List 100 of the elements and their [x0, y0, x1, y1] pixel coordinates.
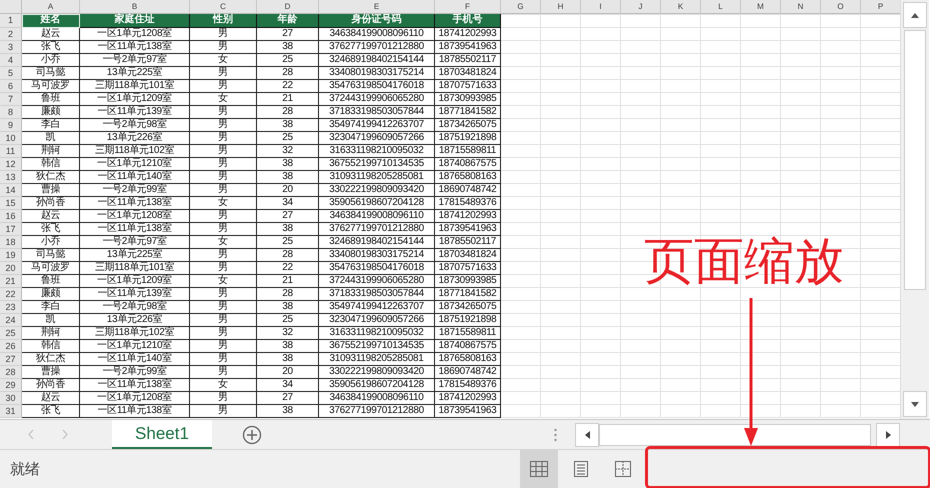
row-number[interactable]: 31: [0, 405, 22, 418]
row-number[interactable]: 1: [0, 14, 22, 28]
add-sheet-icon[interactable]: [242, 424, 262, 444]
normal-view-button[interactable]: [520, 450, 558, 488]
table-cell: 男: [190, 223, 257, 236]
row-number[interactable]: 28: [0, 366, 22, 379]
up-arrow-icon[interactable]: [911, 12, 919, 18]
sheet-tab[interactable]: Sheet1: [112, 420, 212, 449]
column-letter[interactable]: I: [581, 0, 621, 14]
table-cell: 张飞: [22, 41, 80, 54]
column-letter[interactable]: M: [741, 0, 781, 14]
table-cell: 371833198503057844: [319, 106, 435, 119]
table-cell: 张飞: [22, 405, 80, 418]
column-letter[interactable]: L: [701, 0, 741, 14]
row-number[interactable]: 11: [0, 145, 22, 158]
table-cell: 13单元226室: [80, 314, 190, 327]
table-cell: 25: [257, 132, 319, 145]
vertical-scrollbar[interactable]: [900, 0, 929, 419]
table-cell: 男: [190, 67, 257, 80]
table-cell: 18715589811: [435, 327, 501, 340]
row-number[interactable]: 3: [0, 41, 22, 54]
row-number[interactable]: 18: [0, 236, 22, 249]
row-number[interactable]: 9: [0, 119, 22, 132]
table-cell: 一区11单元140室: [80, 353, 190, 366]
right-arrow-icon[interactable]: [886, 430, 890, 438]
column-letter[interactable]: G: [501, 0, 541, 14]
row-number[interactable]: 23: [0, 301, 22, 314]
table-cell: 346384199008096110: [319, 28, 435, 41]
table-cell: 324689198402154144: [319, 54, 435, 67]
table-cell: 18690748742: [435, 366, 501, 379]
column-letter[interactable]: D: [257, 0, 319, 14]
column-letter[interactable]: O: [821, 0, 861, 14]
table-cell: 男: [190, 340, 257, 353]
column-letter[interactable]: E: [319, 0, 435, 14]
column-letter[interactable]: F: [435, 0, 501, 14]
row-number[interactable]: 17: [0, 223, 22, 236]
row-number[interactable]: 12: [0, 158, 22, 171]
horizontal-scrollbar[interactable]: [575, 422, 900, 446]
table-cell: 男: [190, 145, 257, 158]
column-letter[interactable]: C: [190, 0, 257, 14]
table-cell: 38: [257, 405, 319, 418]
table-cell: 354763198504176018: [319, 80, 435, 93]
table-cell: 18765808163: [435, 353, 501, 366]
table-cell: 男: [190, 366, 257, 379]
row-number[interactable]: 29: [0, 379, 22, 392]
table-cell: 李白: [22, 119, 80, 132]
column-letter[interactable]: P: [861, 0, 900, 14]
row-number[interactable]: 6: [0, 80, 22, 93]
table-cell: 18740867575: [435, 340, 501, 353]
table-cell: 马可波罗: [22, 262, 80, 275]
table-cell: 22: [257, 262, 319, 275]
row-number[interactable]: 30: [0, 392, 22, 405]
row-number[interactable]: 19: [0, 249, 22, 262]
row-number[interactable]: 8: [0, 106, 22, 119]
row-number[interactable]: 14: [0, 184, 22, 197]
table-cell: 凯: [22, 314, 80, 327]
table-cell: 男: [190, 28, 257, 41]
row-number[interactable]: 22: [0, 288, 22, 301]
table-cell: 三期118单元102室: [80, 327, 190, 340]
table-cell: 狄仁杰: [22, 353, 80, 366]
row-number[interactable]: 13: [0, 171, 22, 184]
column-letter[interactable]: N: [781, 0, 821, 14]
row-number[interactable]: 24: [0, 314, 22, 327]
column-letter[interactable]: A: [22, 0, 80, 14]
row-number[interactable]: 2: [0, 28, 22, 41]
column-letter[interactable]: K: [661, 0, 701, 14]
row-number[interactable]: 10: [0, 132, 22, 145]
table-cell: 马可波罗: [22, 80, 80, 93]
page-break-icon: [615, 461, 631, 477]
table-cell: 372443199906065280: [319, 93, 435, 106]
table-cell: 371833198503057844: [319, 288, 435, 301]
row-number[interactable]: 5: [0, 67, 22, 80]
table-cell: 男: [190, 353, 257, 366]
row-number[interactable]: 25: [0, 327, 22, 340]
table-cell: 一区11单元138室: [80, 405, 190, 418]
table-cell: 354974199412263707: [319, 301, 435, 314]
row-number[interactable]: 26: [0, 340, 22, 353]
table-cell: 一区1单元1208室: [80, 28, 190, 41]
column-letter[interactable]: J: [621, 0, 661, 14]
row-number[interactable]: 7: [0, 93, 22, 106]
column-letter[interactable]: B: [80, 0, 190, 14]
row-number[interactable]: 4: [0, 54, 22, 67]
table-cell: 316331198210095032: [319, 327, 435, 340]
table-cell: 男: [190, 132, 257, 145]
down-arrow-icon[interactable]: [911, 402, 919, 406]
table-cell: 男: [190, 158, 257, 171]
table-cell: 男: [190, 301, 257, 314]
table-cell: 18703481824: [435, 249, 501, 262]
row-number[interactable]: 27: [0, 353, 22, 366]
row-number[interactable]: 16: [0, 210, 22, 223]
row-number[interactable]: 21: [0, 275, 22, 288]
table-cell: 21: [257, 93, 319, 106]
table-cell: 一区11单元138室: [80, 197, 190, 210]
column-letter[interactable]: H: [541, 0, 581, 14]
table-cell: 372443199906065280: [319, 275, 435, 288]
table-cell: 354763198504176018: [319, 262, 435, 275]
row-number[interactable]: 20: [0, 262, 22, 275]
table-cell: 310931198205285081: [319, 171, 435, 184]
row-number[interactable]: 15: [0, 197, 22, 210]
left-arrow-icon[interactable]: [584, 430, 590, 438]
